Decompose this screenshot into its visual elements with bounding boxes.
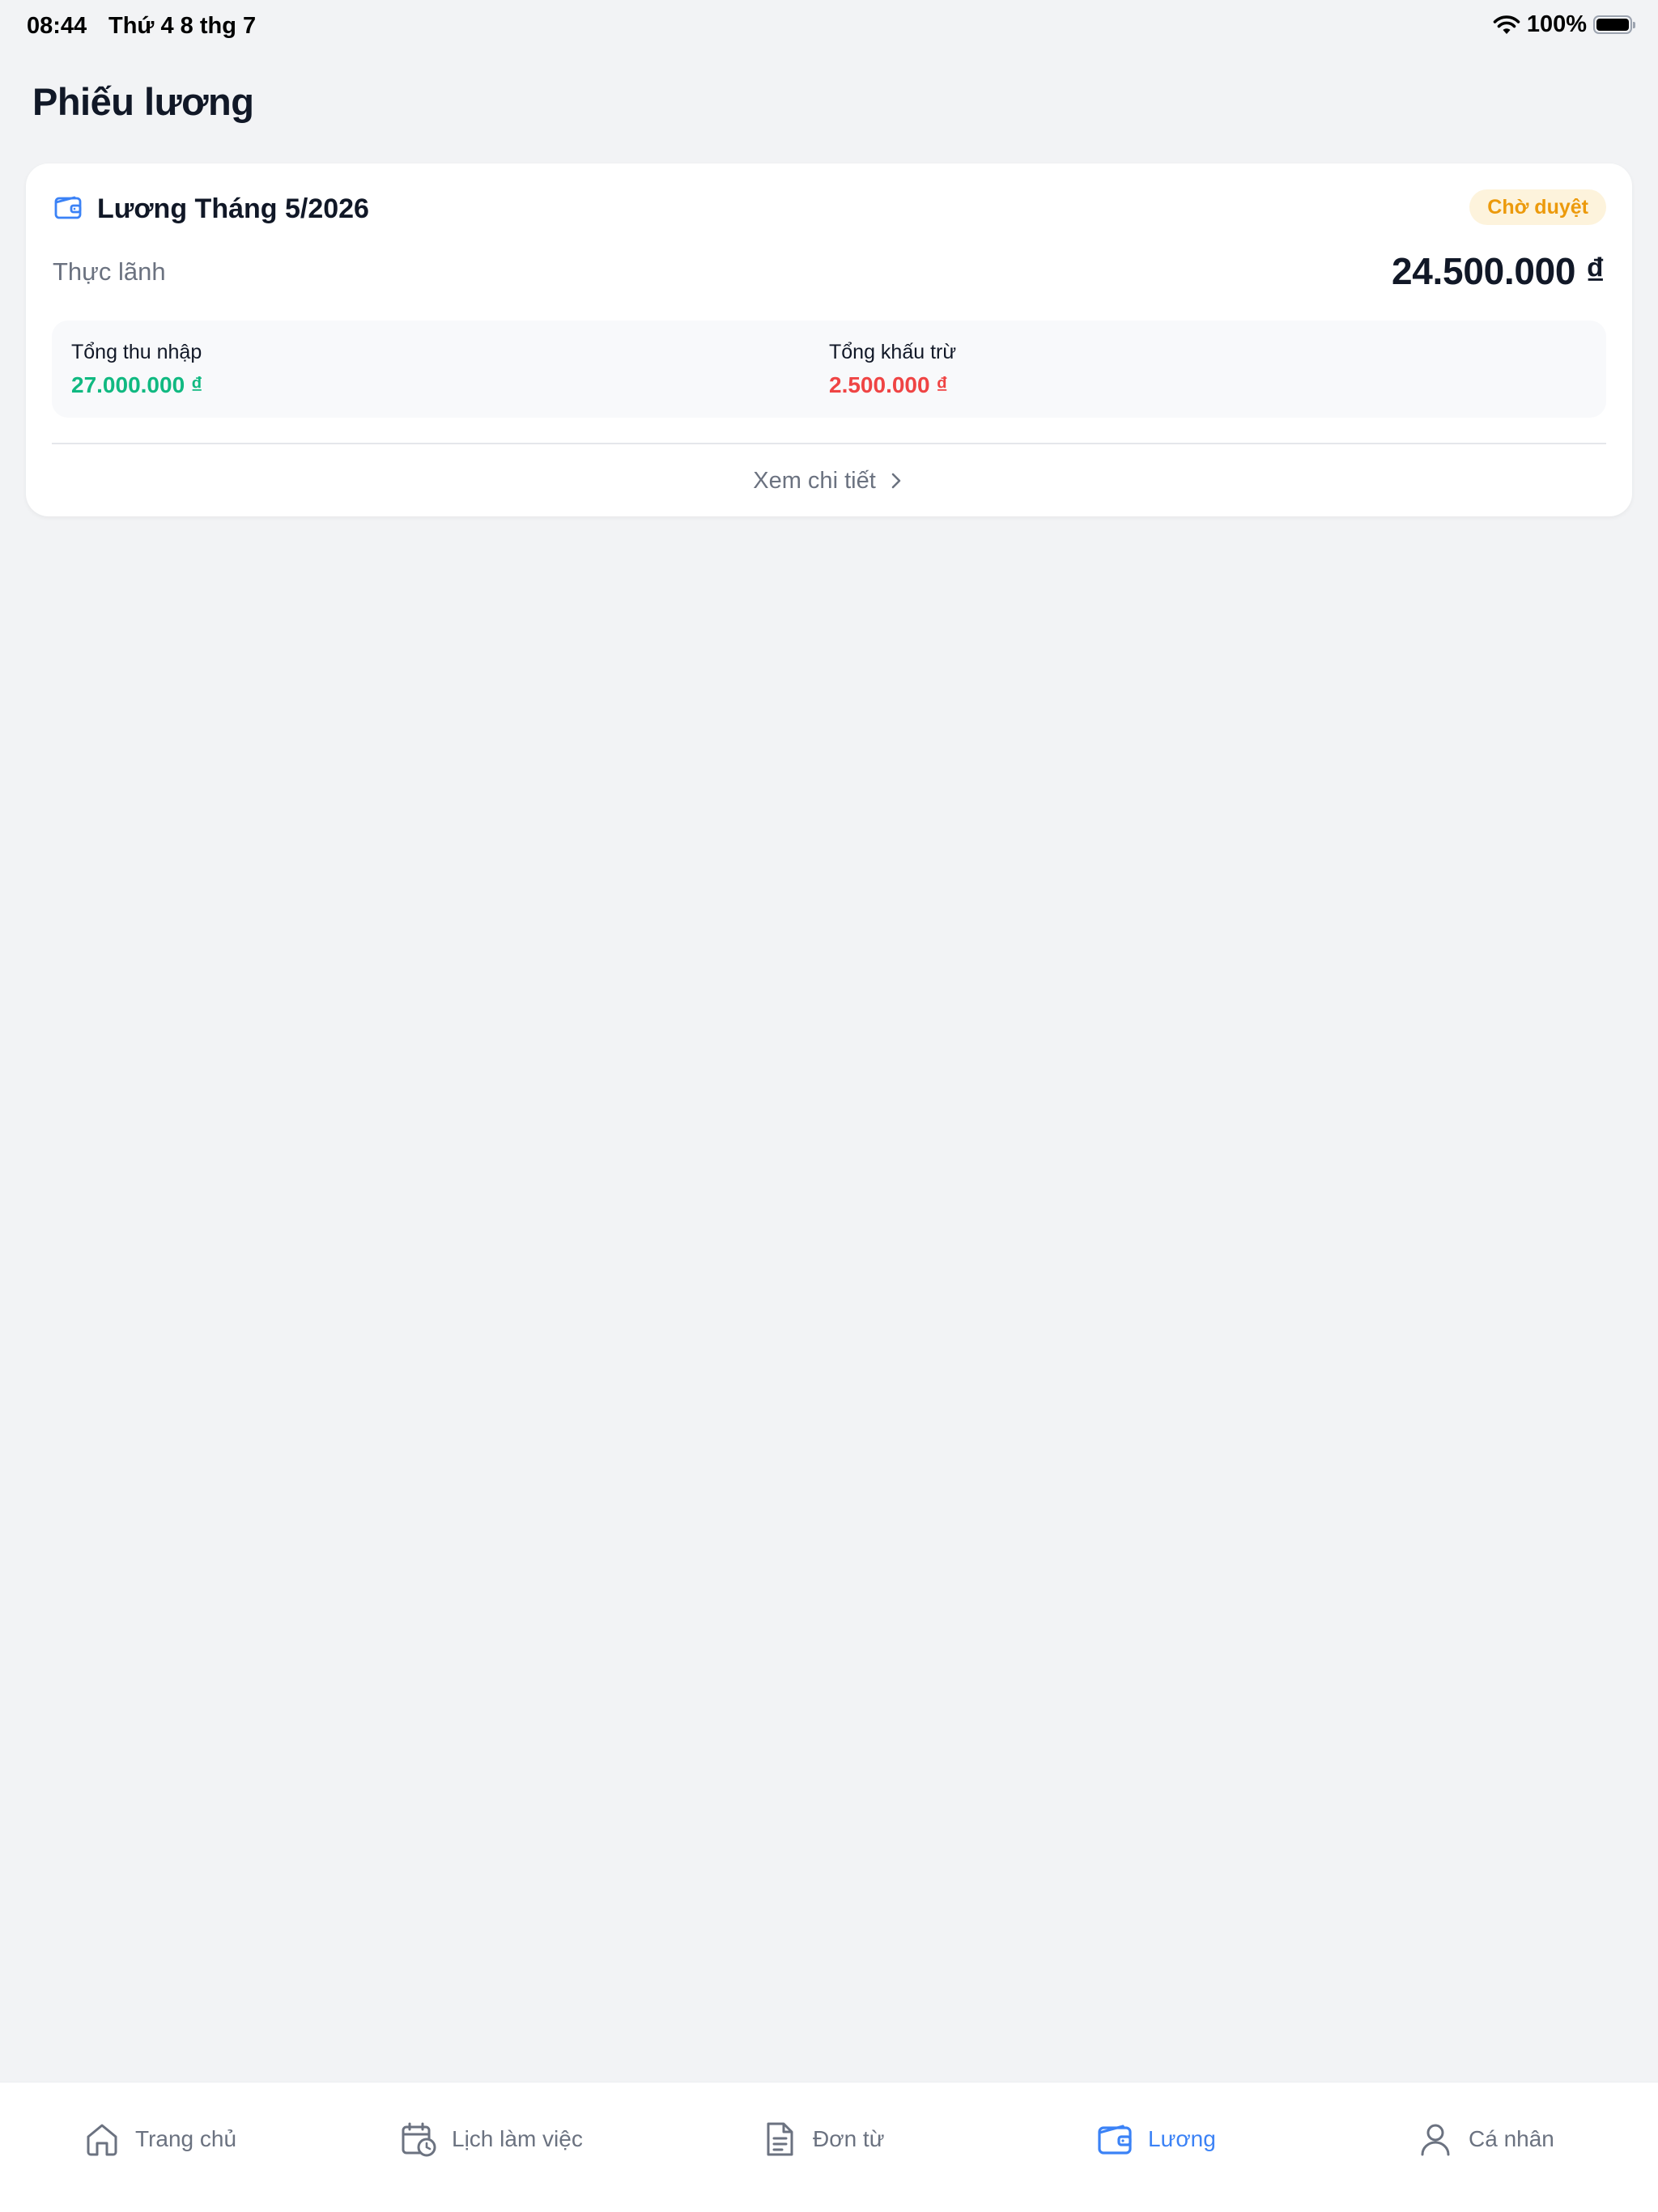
deduction-label: Tổng khấu trừ [829,341,957,363]
nav-item-salary[interactable]: Lương [1096,2083,1216,2196]
battery-icon [1593,15,1635,34]
wallet-icon [54,196,82,219]
view-details-label: Xem chi tiết [753,467,876,494]
status-badge: Chờ duyệt [1469,189,1606,225]
net-pay-label: Thực lãnh [53,257,166,286]
user-icon [1421,2124,1450,2156]
bottom-nav: Trang chủ Lịch làm việc Đơn từ Lương Cá … [0,2082,1658,2212]
wifi-icon [1493,15,1520,34]
chevron-right-icon [891,473,901,489]
document-icon [767,2122,793,2156]
nav-item-requests[interactable]: Đơn từ [761,2083,884,2196]
nav-label-requests: Đơn từ [813,2126,885,2151]
payslip-title: Lương Tháng 5/2026 [97,193,369,224]
status-indicators: 100% [1493,11,1635,38]
nav-label-home: Trang chủ [135,2126,237,2151]
status-date: Thứ 4 8 thg 7 [108,13,257,39]
nav-label-schedule: Lịch làm việc [452,2126,583,2151]
net-pay-value: 24.500.000 ₫ [1391,250,1605,292]
nav-label-profile: Cá nhân [1469,2126,1554,2151]
income-value: 27.000.000 ₫ [71,372,203,397]
payslip-card[interactable]: Lương Tháng 5/2026 Chờ duyệt Thực lãnh 2… [26,163,1632,516]
status-bar: 08:44 Thứ 4 8 thg 7 100% [0,0,1658,52]
home-icon [87,2124,117,2156]
nav-item-schedule[interactable]: Lịch làm việc [400,2083,583,2196]
battery-level [1596,19,1629,31]
payslip-summary: Tổng thu nhập 27.000.000 ₫ Tổng khấu trừ… [52,321,1606,418]
battery-percent: 100% [1526,11,1587,37]
page-title: Phiếu lương [32,80,254,123]
nav-item-home[interactable]: Trang chủ [83,2083,236,2196]
wallet-icon [1098,2125,1132,2155]
card-divider [52,443,1606,444]
income-label: Tổng thu nhập [71,341,202,363]
deduction-summary: Tổng khấu trừ 2.500.000 ₫ [829,340,956,398]
deduction-value: 2.500.000 ₫ [829,372,948,397]
status-time: 08:44 [27,13,87,39]
nav-item-profile[interactable]: Cá nhân [1417,2083,1554,2196]
view-details-link[interactable]: Xem chi tiết [26,463,1632,499]
nav-label-salary: Lương [1148,2126,1216,2151]
income-summary: Tổng thu nhập 27.000.000 ₫ [71,340,202,398]
calendar-clock-icon [402,2122,436,2157]
